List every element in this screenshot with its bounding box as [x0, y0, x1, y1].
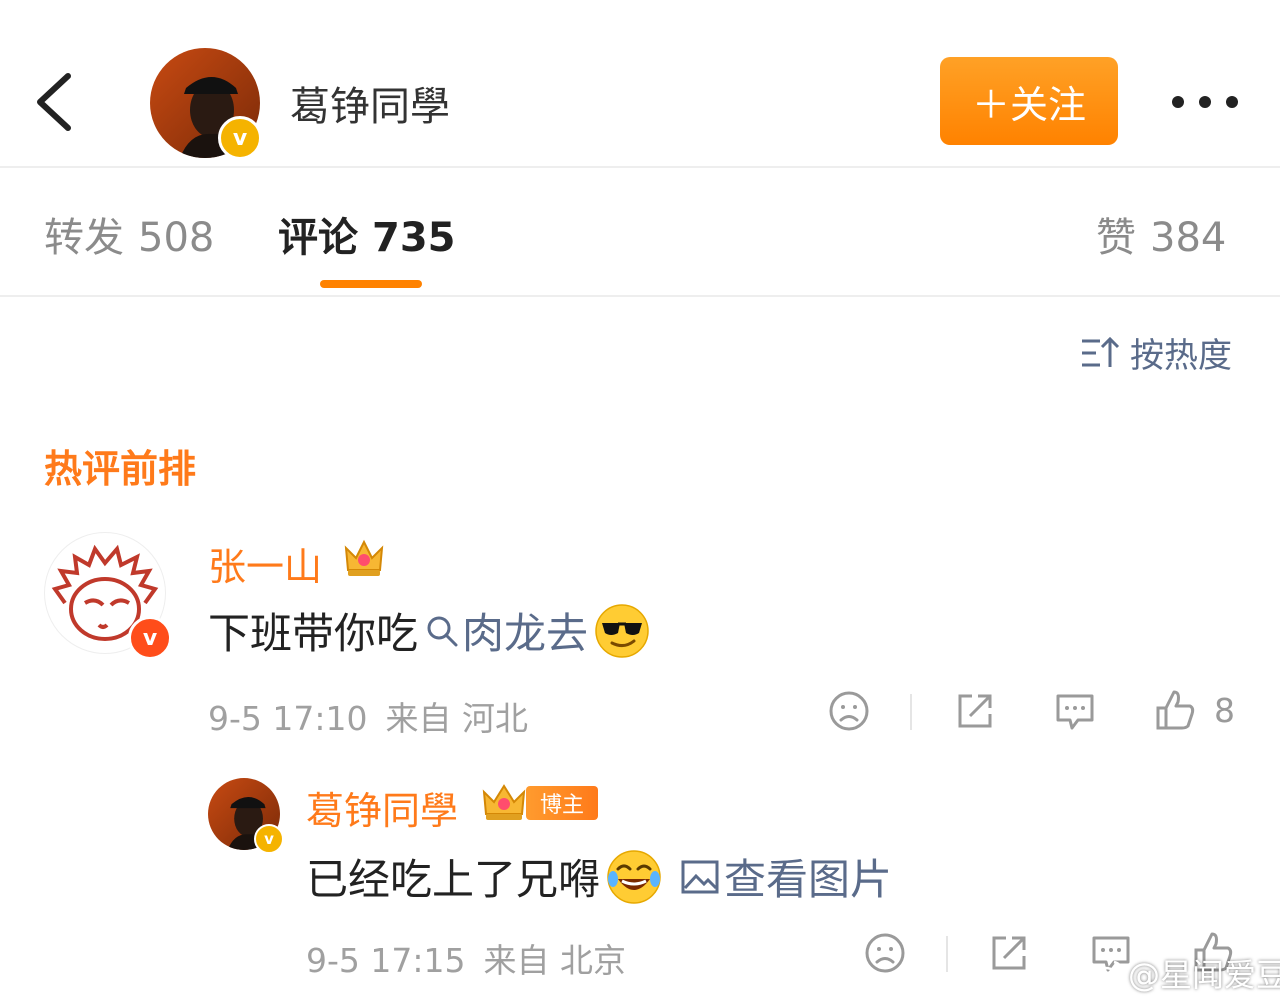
- reply-text: 已经吃上了兄嘚 查看图片: [306, 846, 892, 907]
- blogger-badge: 博主: [526, 786, 599, 820]
- thumbs-up-icon: [1156, 690, 1195, 730]
- tab-count: 508: [138, 215, 215, 261]
- tab-count: 384: [1150, 215, 1227, 261]
- active-tab-indicator: [320, 280, 422, 288]
- view-image-text: 查看图片: [724, 855, 893, 904]
- laugh-tears-emoji-icon: [607, 849, 661, 904]
- tab-comments[interactable]: 评论 735: [278, 205, 456, 263]
- sunglasses-emoji-icon: [595, 603, 649, 658]
- verified-badge-icon: v: [254, 824, 284, 854]
- section-title: 热评前排: [44, 447, 197, 491]
- search-link[interactable]: 肉龙去: [418, 600, 588, 661]
- divider: [910, 694, 912, 730]
- more-options-button[interactable]: [1170, 82, 1240, 122]
- divider: [0, 295, 1280, 297]
- view-image-link[interactable]: 查看图片: [680, 846, 892, 907]
- timestamp: 9-5 17:10: [208, 699, 368, 738]
- crown-icon: [342, 536, 386, 584]
- chevron-left-icon: [37, 73, 71, 131]
- tab-label: 转发: [44, 215, 124, 261]
- page-title[interactable]: 葛铮同學: [290, 74, 450, 132]
- sort-icon: [1082, 336, 1120, 367]
- search-icon: [427, 616, 458, 646]
- tab-label: 评论: [278, 215, 358, 261]
- sort-label: 按热度: [1130, 336, 1232, 376]
- divider: [946, 936, 948, 972]
- comment-username[interactable]: 张一山: [208, 536, 322, 591]
- comment-text-start: 下班带你吃: [208, 609, 419, 658]
- sad-face-icon: [865, 933, 905, 973]
- weibo-logo-icon: [1090, 960, 1123, 988]
- image-icon: [681, 860, 719, 893]
- reply-button[interactable]: [1054, 690, 1096, 736]
- reply-username[interactable]: 葛铮同學: [306, 780, 458, 835]
- reply-meta: 9-5 17:15 来自 北京: [306, 934, 626, 982]
- sad-face-icon: [829, 691, 869, 731]
- dislike-button[interactable]: [828, 690, 870, 736]
- comment-text: 下班带你吃 肉龙去: [208, 600, 650, 661]
- tab-repost[interactable]: 转发 508: [44, 205, 214, 263]
- verified-badge-icon: v: [218, 116, 262, 160]
- share-icon: [958, 694, 992, 728]
- watermark-text: @星闻爱豆: [1128, 956, 1280, 994]
- divider: [0, 166, 1280, 168]
- verified-badge-icon: v: [128, 616, 172, 660]
- search-link-text: 肉龙去: [462, 609, 589, 658]
- like-count: 8: [1214, 690, 1235, 730]
- sort-button[interactable]: 按热度: [1080, 328, 1232, 377]
- more-icon: [1172, 96, 1238, 108]
- share-button[interactable]: [988, 932, 1030, 978]
- location: 来自 河北: [385, 699, 529, 738]
- follow-button[interactable]: ＋关注: [940, 57, 1118, 145]
- like-button[interactable]: 8: [1154, 688, 1235, 732]
- location: 来自 北京: [483, 941, 627, 980]
- tab-likes[interactable]: 赞 384: [1096, 205, 1226, 263]
- share-icon: [992, 936, 1026, 970]
- watermark: @星闻爱豆: [1090, 950, 1280, 996]
- back-button[interactable]: [30, 70, 80, 134]
- dislike-button[interactable]: [864, 932, 906, 978]
- comment-icon: [1056, 694, 1094, 730]
- share-button[interactable]: [954, 690, 996, 736]
- tab-count: 735: [372, 215, 456, 261]
- timestamp: 9-5 17:15: [306, 941, 466, 980]
- comment-meta: 9-5 17:10 来自 河北: [208, 692, 528, 740]
- tab-label: 赞: [1096, 215, 1136, 261]
- crown-icon: [480, 782, 528, 828]
- reply-text-body: 已经吃上了兄嘚: [306, 855, 601, 904]
